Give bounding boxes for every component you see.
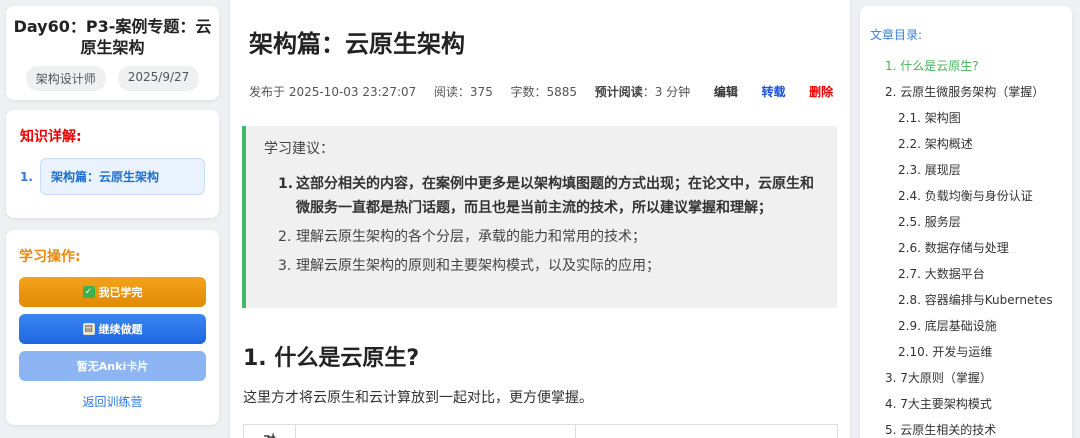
toc-item[interactable]: 2.6. 数据存储与处理: [870, 235, 1058, 261]
est-read-value: ：3 分钟: [642, 85, 691, 99]
date-tag: 2025/9/27: [117, 66, 200, 91]
toc-item[interactable]: 2.8. 容器编排与Kubernetes: [870, 287, 1058, 313]
study-card: 学习操作: ✓ 我已学完 ▤ 继续做题 暂无Anki卡片 返回训练营: [6, 230, 219, 425]
clipboard-icon: ▤: [82, 323, 95, 335]
article-main: 架构篇：云原生架构 发布于 2025-10-03 23:27:07 阅读：375…: [230, 0, 850, 438]
course-tags: 架构设计师 2025/9/27: [12, 66, 213, 91]
edit-link[interactable]: 编辑: [714, 85, 738, 99]
study-advice-block: 学习建议： 1. 这部分相关的内容，在案例中更多是以架构填图题的方式出现；在论文…: [242, 126, 837, 308]
anki-card-button[interactable]: 暂无Anki卡片: [19, 351, 206, 381]
toc-item[interactable]: 2.5. 服务层: [870, 209, 1058, 235]
toc-item[interactable]: 2. 云原生微服务架构（掌握）: [870, 79, 1062, 105]
advice-item-text: 理解云原生架构的各个分层，承载的能力和常用的技术；: [296, 229, 646, 245]
advice-item: 3. 理解云原生架构的原则和主要架构模式，以及实际的应用；: [278, 254, 819, 278]
study-label: 学习操作:: [19, 249, 81, 265]
read-count: 阅读：375: [433, 85, 493, 99]
advice-item-number: 2.: [278, 229, 292, 245]
toc-item[interactable]: 2.1. 架构图: [870, 105, 1058, 131]
mark-done-button[interactable]: ✓ 我已学完: [19, 277, 206, 307]
knowledge-item[interactable]: 1. 架构篇：云原生架构: [20, 158, 205, 195]
publish-time: 发布于 2025-10-03 23:27:07: [249, 85, 417, 99]
category-tag: 架构设计师: [25, 66, 106, 91]
est-read-label: 预计阅读: [594, 85, 643, 99]
comparison-table: 对: [243, 424, 838, 438]
section-heading: 1. 什么是云原生?: [243, 346, 420, 371]
advice-item-number: 3.: [278, 258, 292, 274]
check-box-icon: ✓: [82, 286, 95, 298]
toc-item[interactable]: 4. 7大主要架构模式: [870, 391, 1062, 417]
knowledge-item-link[interactable]: 架构篇：云原生架构: [40, 158, 205, 195]
anki-card-label: 暂无Anki卡片: [76, 360, 149, 373]
toc-item[interactable]: 5. 云原生相关的技术: [870, 417, 1062, 438]
toc-list: 1. 什么是云原生? 2. 云原生微服务架构（掌握） 2.1. 架构图 2.2. 架构…: [870, 53, 1062, 438]
toc-item[interactable]: 2.9. 底层基础设施: [870, 313, 1058, 339]
knowledge-label: 知识详解:: [20, 129, 82, 145]
word-count: 字数：5885: [510, 85, 578, 99]
article-meta: 发布于 2025-10-03 23:27:07 阅读：375 字数：5885 预…: [249, 83, 833, 100]
knowledge-card: 知识详解: 1. 架构篇：云原生架构: [6, 110, 219, 218]
advice-item-number: 1.: [278, 176, 294, 192]
toc-item[interactable]: 2.7. 大数据平台: [870, 261, 1058, 287]
article-title: 架构篇：云原生架构: [249, 30, 465, 58]
advice-item: 2. 理解云原生架构的各个分层，承载的能力和常用的技术；: [278, 225, 819, 249]
course-title: Day60：P3-案例专题：云原生架构: [13, 17, 212, 57]
advice-item-text: 这部分相关的内容，在案例中更多是以架构填图题的方式出现；在论文中，云原生和微服务…: [296, 176, 814, 216]
toc-item[interactable]: 3. 7大原则（掌握）: [870, 365, 1062, 391]
advice-item: 1. 这部分相关的内容，在案例中更多是以架构填图题的方式出现；在论文中，云原生和…: [278, 172, 819, 220]
table-of-contents: 文章目录: 1. 什么是云原生? 2. 云原生微服务架构（掌握） 2.1. 架构图 2…: [860, 6, 1072, 438]
knowledge-item-number: 1.: [20, 169, 33, 184]
advice-title: 学习建议：: [264, 141, 334, 157]
toc-item[interactable]: 1. 什么是云原生?: [870, 53, 1062, 79]
course-card: Day60：P3-案例专题：云原生架构 架构设计师 2025/9/27: [6, 6, 219, 100]
mark-done-label: 我已学完: [98, 286, 143, 299]
continue-practice-label: 继续做题: [98, 323, 143, 336]
toc-item[interactable]: 2.4. 负载均衡与身份认证: [870, 183, 1058, 209]
advice-item-text: 理解云原生架构的原则和主要架构模式，以及实际的应用；: [296, 258, 660, 274]
toc-item[interactable]: 2.3. 展现层: [870, 157, 1058, 183]
toc-title: 文章目录:: [870, 28, 923, 42]
section-paragraph: 这里方才将云原生和云计算放到一起对比，更方便掌握。: [243, 390, 593, 406]
table-cell: 对: [244, 425, 296, 438]
table-cell: [296, 425, 576, 438]
repost-link[interactable]: 转载: [761, 85, 785, 99]
toc-item[interactable]: 2.10. 开发与运维: [870, 339, 1058, 365]
continue-practice-button[interactable]: ▤ 继续做题: [19, 314, 206, 344]
toc-item[interactable]: 2.2. 架构概述: [870, 131, 1058, 157]
advice-list: 1. 这部分相关的内容，在案例中更多是以架构填图题的方式出现；在论文中，云原生和…: [264, 172, 819, 278]
delete-link[interactable]: 删除: [809, 85, 833, 99]
back-to-camp-link[interactable]: 返回训练营: [19, 393, 206, 410]
